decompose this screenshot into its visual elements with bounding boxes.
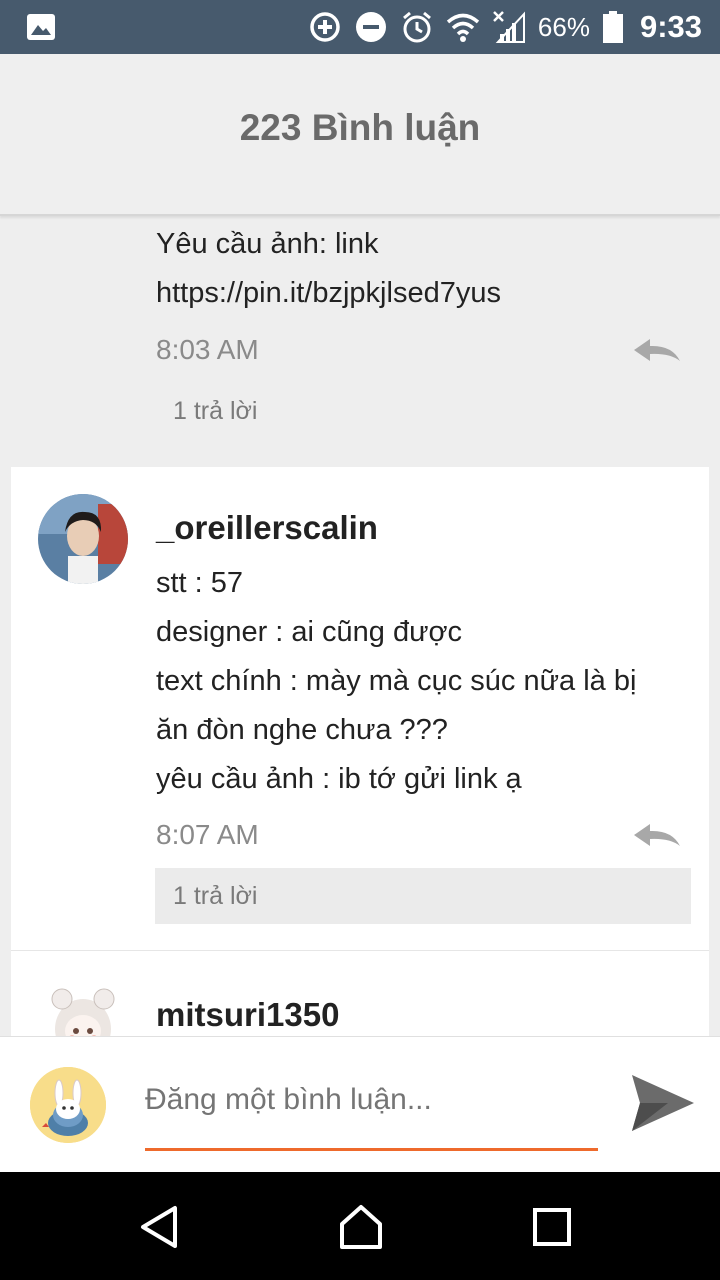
comment-composer bbox=[0, 1036, 720, 1172]
comment-text-line: stt : 57 bbox=[156, 567, 244, 599]
alarm-icon bbox=[402, 11, 431, 43]
reply-icon[interactable] bbox=[632, 820, 682, 850]
view-replies-button[interactable]: 1 trả lời bbox=[155, 383, 691, 439]
no-signal-icon bbox=[493, 11, 525, 43]
comment-username[interactable]: mitsuri1350 bbox=[156, 996, 339, 1034]
battery-icon bbox=[602, 11, 623, 43]
recent-apps-icon[interactable] bbox=[527, 1202, 577, 1252]
wifi-icon bbox=[446, 13, 480, 42]
comment-timestamp: 8:07 AM bbox=[156, 819, 259, 850]
comment-text-line: yêu cầu ảnh : ib tớ gửi link ạ bbox=[156, 763, 522, 795]
send-icon[interactable] bbox=[628, 1071, 696, 1135]
do-not-disturb-icon bbox=[355, 12, 386, 42]
comments-list[interactable]: Yêu cầu ảnh: link https://pin.it/bzjpkjl… bbox=[0, 218, 720, 1036]
comment-text-line: Yêu cầu ảnh: link bbox=[156, 228, 379, 260]
comment-input[interactable] bbox=[145, 1083, 598, 1117]
page-title: 223 Bình luận bbox=[239, 107, 481, 148]
clock: 9:33 bbox=[639, 9, 702, 44]
avatar[interactable] bbox=[38, 971, 128, 1036]
navigation-bar bbox=[0, 1172, 720, 1280]
comment-card: mitsuri1350 bbox=[11, 951, 709, 1036]
comment-username[interactable]: _oreillerscalin bbox=[156, 509, 378, 547]
comment-timestamp: 8:03 AM bbox=[156, 334, 259, 365]
view-replies-button[interactable]: 1 trả lời bbox=[155, 868, 691, 924]
data-saver-icon bbox=[310, 12, 340, 42]
back-icon[interactable] bbox=[135, 1202, 185, 1252]
comment-divider bbox=[11, 950, 709, 951]
comment-text-line: https://pin.it/bzjpkjlsed7yus bbox=[156, 277, 501, 309]
comment-text-line: text chính : mày mà cục súc nữa là bị bbox=[156, 665, 637, 697]
user-avatar bbox=[30, 1067, 106, 1143]
comment-card: _oreillerscalin stt : 57 designer : ai c… bbox=[11, 467, 709, 950]
image-icon bbox=[27, 14, 55, 40]
comments-header: 223 Bình luận bbox=[0, 54, 720, 216]
avatar[interactable] bbox=[38, 494, 128, 584]
battery-percent: 66% bbox=[537, 11, 590, 42]
comment-text-line: designer : ai cũng được bbox=[156, 616, 463, 648]
status-bar: 66% 9:33 bbox=[0, 0, 720, 54]
comment-input-underline bbox=[145, 1148, 598, 1151]
comment-text-line: ăn đòn nghe chưa ??? bbox=[156, 714, 448, 746]
home-icon[interactable] bbox=[336, 1202, 386, 1252]
reply-icon[interactable] bbox=[632, 335, 682, 365]
